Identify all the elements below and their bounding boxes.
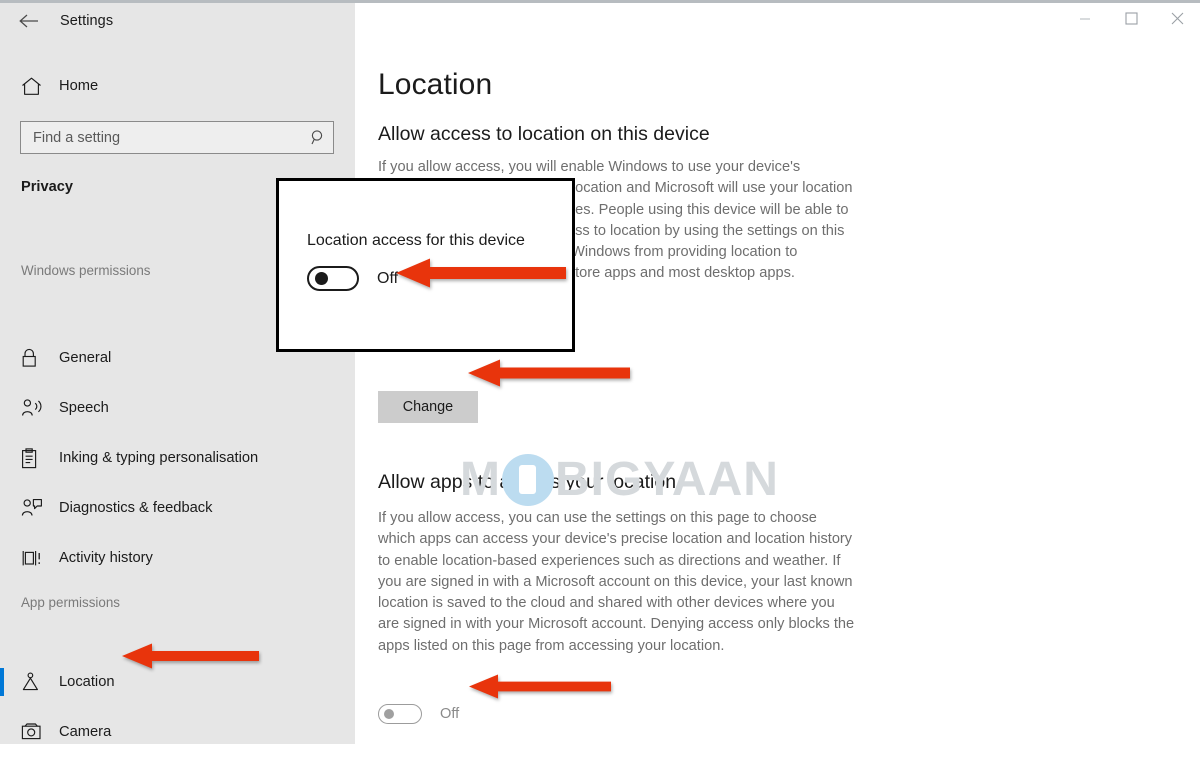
settings-window: Settings Home Find a setting Privacy Win… (0, 0, 1200, 744)
window-controls (355, 3, 1200, 39)
toggle-knob (315, 272, 328, 285)
location-pin-icon (21, 670, 49, 694)
sidebar-item-label: Camera (59, 724, 112, 740)
sidebar-item-home[interactable]: Home (0, 63, 355, 109)
apps-location-toggle-state: Off (440, 706, 460, 722)
callout-toggle-row: Off (307, 266, 398, 291)
sidebar-item-diagnostics-feedback[interactable]: Diagnostics & feedback (0, 483, 355, 533)
back-arrow-icon[interactable] (6, 5, 52, 37)
close-button[interactable] (1154, 3, 1200, 34)
sidebar-item-speech[interactable]: Speech (0, 383, 355, 433)
apps-location-toggle[interactable] (378, 704, 422, 724)
sidebar-item-label: Inking & typing personalisation (59, 450, 259, 466)
main-content: M BIGYAAN Location Allow access to locat… (355, 39, 1200, 744)
sidebar-group-windows-permissions: Windows permissions (21, 263, 151, 278)
sidebar-category-title: Privacy (21, 179, 73, 195)
sidebar: Home Find a setting Privacy Windows perm… (0, 39, 355, 744)
section-heading-apps-access: Allow apps to access your location (378, 471, 677, 493)
zoom-callout-box: Location access for this device Off (276, 178, 575, 352)
change-button[interactable]: Change (378, 391, 478, 423)
person-feedback-icon (21, 496, 49, 520)
device-location-toggle-state: Off (377, 269, 399, 287)
camera-icon (21, 720, 49, 744)
home-icon (21, 74, 49, 98)
search-input[interactable]: Find a setting (20, 121, 334, 154)
title-bar: Settings (0, 3, 1200, 39)
sidebar-item-label: Location (59, 674, 115, 690)
activity-history-icon (21, 546, 49, 570)
search-icon (303, 129, 333, 146)
toggle-knob (384, 709, 394, 719)
minimize-button[interactable] (1062, 3, 1108, 34)
section-heading-device-access: Allow access to location on this device (378, 123, 710, 145)
sidebar-item-label: Activity history (59, 550, 153, 566)
sidebar-item-label: Speech (59, 400, 109, 416)
page-title: Location (378, 68, 493, 101)
sidebar-group-app-permissions: App permissions (21, 595, 120, 610)
sidebar-item-camera[interactable]: Camera (0, 707, 355, 757)
window-title: Settings (60, 13, 114, 29)
sidebar-item-label: Home (59, 78, 99, 94)
sidebar-item-activity-history[interactable]: Activity history (0, 533, 355, 583)
speech-person-icon (21, 396, 49, 420)
sidebar-item-label: General (59, 350, 112, 366)
device-location-toggle[interactable] (307, 266, 359, 291)
sidebar-group-items-apps: Location Camera (0, 657, 355, 757)
sidebar-group-items-windows: General Speech Inking & typing personali… (0, 333, 355, 583)
title-bar-left: Settings (0, 3, 355, 39)
search-placeholder: Find a setting (33, 129, 121, 146)
sidebar-item-label: Diagnostics & feedback (59, 500, 213, 516)
apps-location-toggle-row: Off (378, 704, 459, 724)
clipboard-pen-icon (21, 446, 49, 470)
sidebar-item-inking-typing[interactable]: Inking & typing personalisation (0, 433, 355, 483)
maximize-button[interactable] (1108, 3, 1154, 34)
lock-icon (21, 346, 49, 370)
callout-label: Location access for this device (307, 232, 525, 249)
sidebar-item-location[interactable]: Location (0, 657, 355, 707)
section-body-apps-access: If you allow access, you can use the set… (378, 510, 855, 654)
